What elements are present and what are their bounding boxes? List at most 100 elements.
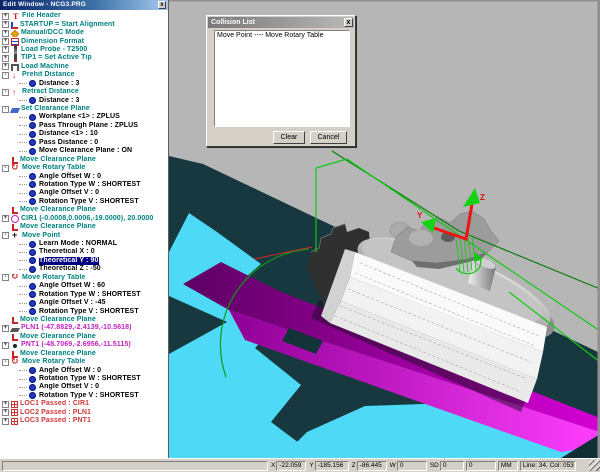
tree-row[interactable]: Theoretical Z : -50 xyxy=(0,265,168,273)
tree-row[interactable]: Move Clearance Plane xyxy=(0,155,168,163)
tree-label: LOC3 Passed : PNT1 xyxy=(20,417,91,425)
expand-icon[interactable]: + xyxy=(2,418,9,425)
tree-row[interactable]: + LOC3 Passed : PNT1 xyxy=(0,417,168,425)
tree-connector xyxy=(19,142,27,143)
tree-row[interactable]: +Load Machine xyxy=(0,63,168,71)
tree-row[interactable]: Move Clearance Plane xyxy=(0,350,168,358)
tree-row[interactable]: Angle Offset V : 0 xyxy=(0,383,168,391)
tree-connector xyxy=(19,151,27,152)
expand-icon[interactable]: + xyxy=(2,46,9,53)
tree-row[interactable]: +TIP1 = Set Active Tip xyxy=(0,54,168,62)
expand-icon[interactable]: + xyxy=(2,342,9,349)
tree-row[interactable]: Learn Mode : NORMAL xyxy=(0,240,168,248)
tree-row[interactable]: Move Clearance Plane xyxy=(0,316,168,324)
collapse-icon[interactable]: - xyxy=(2,89,9,96)
tree-row[interactable]: Distance <1> : 10 xyxy=(0,130,168,138)
probe-icon xyxy=(14,46,17,54)
collapse-icon[interactable]: - xyxy=(2,232,9,239)
tree-label: Pass Distance : 0 xyxy=(39,139,98,147)
dialog-title: Collision List xyxy=(211,19,255,26)
tree-row[interactable]: Rotation Type W : SHORTEST xyxy=(0,375,168,383)
tree-row[interactable]: +CIR1 (-0.0008,0.0006,-19.0000), 20.0000 xyxy=(0,215,168,223)
tree-row[interactable]: Rotation Type V : SHORTEST xyxy=(0,307,168,315)
close-icon[interactable]: x xyxy=(158,1,166,9)
move-point-icon xyxy=(11,231,20,239)
tree-row[interactable]: Angle Offset W : 0 xyxy=(0,172,168,180)
tree-row[interactable]: +Manual/DCC Mode xyxy=(0,29,168,37)
tree-row[interactable]: Pass Through Plane : ZPLUS xyxy=(0,122,168,130)
dialog-titlebar[interactable]: Collision List x xyxy=(208,17,354,28)
tree-label: Move Clearance Plane xyxy=(20,316,96,324)
tree-row[interactable]: Angle Offset V : 0 xyxy=(0,189,168,197)
y-axis-value: -185.156 xyxy=(315,461,349,471)
expand-icon[interactable]: + xyxy=(2,409,9,416)
collision-list-item[interactable]: Move Point ---- Move Rotary Table xyxy=(215,31,349,40)
tree-label: Move Clearance Plane xyxy=(20,350,96,358)
expand-icon[interactable]: + xyxy=(2,30,9,37)
dim-format-icon xyxy=(11,38,19,46)
tree-row[interactable]: +LOC1 Passed : CIR1 xyxy=(0,400,168,408)
resize-grip-icon[interactable] xyxy=(589,460,600,471)
bullet-icon xyxy=(29,308,36,315)
tree-row[interactable]: -Move Rotary Table xyxy=(0,274,168,282)
tree-row[interactable]: -Retract Distance xyxy=(0,88,168,96)
tree-row[interactable]: Distance : 3 xyxy=(0,80,168,88)
expand-icon[interactable]: + xyxy=(2,215,9,222)
expand-icon[interactable]: + xyxy=(2,38,9,45)
edit-window-titlebar[interactable]: Edit Window - NCG3.PRG x xyxy=(0,0,168,10)
collapse-icon[interactable]: - xyxy=(2,274,9,281)
tree-connector xyxy=(19,311,27,312)
tree-row[interactable]: -Move Rotary Table xyxy=(0,358,168,366)
tree-row[interactable]: Rotation Type V : SHORTEST xyxy=(0,392,168,400)
expand-icon[interactable]: + xyxy=(2,325,9,332)
tree-row[interactable]: Rotation Type W : SHORTEST xyxy=(0,290,168,298)
collapse-icon[interactable]: - xyxy=(2,72,9,79)
bullet-icon xyxy=(29,131,36,138)
tree-row[interactable]: Angle Offset V : -45 xyxy=(0,299,168,307)
tree-row[interactable]: Theoretical X : 0 xyxy=(0,248,168,256)
rotary-icon xyxy=(11,164,20,172)
command-tree[interactable]: +File Header+STARTUP = Start Alignment+M… xyxy=(0,12,168,425)
tree-row[interactable]: Rotation Type W : SHORTEST xyxy=(0,181,168,189)
rotary-icon xyxy=(11,274,20,282)
tree-row[interactable]: Move Clearance Plane xyxy=(0,223,168,231)
tree-row[interactable]: Theoretical Y : 90 xyxy=(0,257,168,265)
tree-label: Angle Offset W : 0 xyxy=(39,173,101,181)
tree-row[interactable]: +Load Probe - T2500 xyxy=(0,46,168,54)
tree-row[interactable]: Rotation Type V : SHORTEST xyxy=(0,198,168,206)
tree-row[interactable]: Move Clearance Plane xyxy=(0,333,168,341)
tree-row[interactable]: -Prehit Distance xyxy=(0,71,168,79)
tree-row[interactable]: -Move Point xyxy=(0,231,168,239)
expand-icon[interactable]: + xyxy=(2,13,9,20)
expand-icon[interactable]: + xyxy=(2,63,9,70)
collapse-icon[interactable]: - xyxy=(2,106,9,113)
collision-listbox[interactable]: Move Point ---- Move Rotary Table xyxy=(214,30,350,127)
tree-row[interactable]: -Set Clearance Plane xyxy=(0,105,168,113)
tree-row[interactable]: +File Header xyxy=(0,12,168,20)
tree-row[interactable]: Move Clearance Plane xyxy=(0,206,168,214)
tree-row[interactable]: +PLN1 (-47.8829,-2.4139,-10.5618) xyxy=(0,324,168,332)
tree-row[interactable]: Move Clearance Plane : ON xyxy=(0,147,168,155)
expand-icon[interactable]: + xyxy=(2,55,9,62)
expand-icon[interactable]: + xyxy=(2,21,9,28)
collapse-icon[interactable]: - xyxy=(2,165,9,172)
tree-row[interactable]: Workplane <1> : ZPLUS xyxy=(0,113,168,121)
tree-row[interactable]: Angle Offset W : 0 xyxy=(0,366,168,374)
cancel-button[interactable]: Cancel xyxy=(310,131,347,144)
collapse-icon[interactable]: - xyxy=(2,359,9,366)
tree-row[interactable]: +Dimension Format xyxy=(0,37,168,45)
tree-row[interactable]: -Move Rotary Table xyxy=(0,164,168,172)
bullet-icon xyxy=(29,139,36,146)
close-icon[interactable]: x xyxy=(344,18,353,27)
bullet-icon xyxy=(29,241,36,248)
expand-icon[interactable]: + xyxy=(2,401,9,408)
clear-button[interactable]: Clear xyxy=(273,131,305,144)
tree-row[interactable]: +PNT1 (-48.7069,-2.6956,-11.5115) xyxy=(0,341,168,349)
tree-row[interactable]: +STARTUP = Start Alignment xyxy=(0,20,168,28)
tree-label: Learn Mode : NORMAL xyxy=(39,240,117,248)
tree-row[interactable]: +LOC2 Passed : PLN1 xyxy=(0,409,168,417)
tree-row[interactable]: Pass Distance : 0 xyxy=(0,139,168,147)
tree-label: Angle Offset V : 0 xyxy=(39,383,99,391)
tree-row[interactable]: Angle Offset W : 60 xyxy=(0,282,168,290)
tree-row[interactable]: Distance : 3 xyxy=(0,96,168,104)
